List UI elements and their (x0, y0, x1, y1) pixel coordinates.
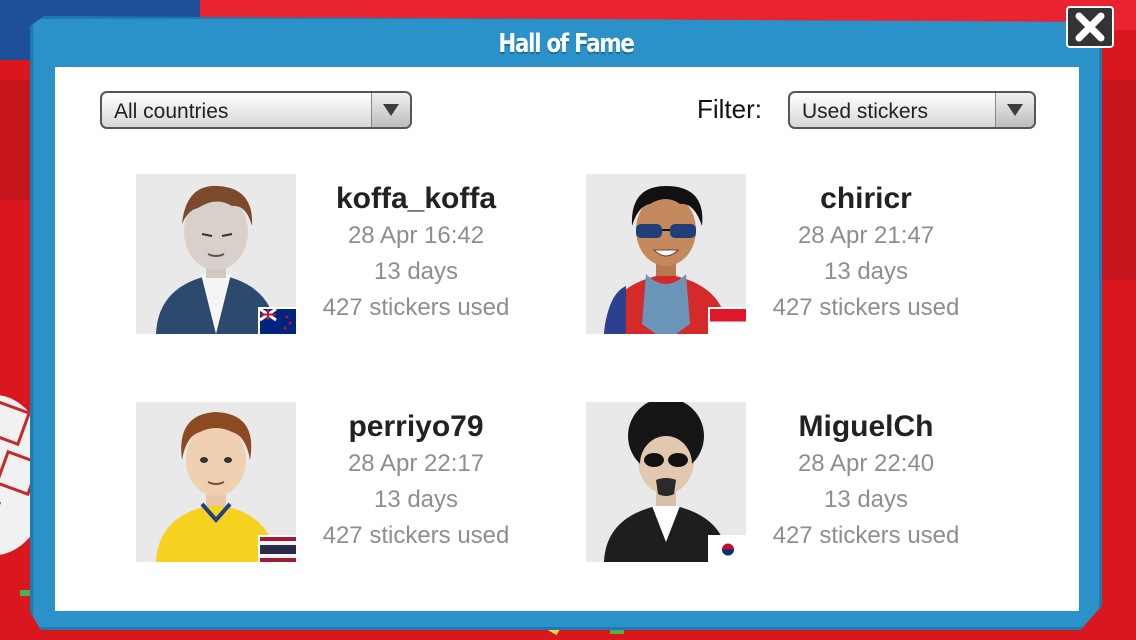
country-select-value: All countries (114, 100, 229, 123)
player-name: perriyo79 (348, 410, 484, 443)
player-stickers: 427 stickers used (322, 294, 510, 321)
avatar (136, 174, 296, 334)
chevron-down-icon (371, 93, 410, 127)
player-date: 28 Apr 16:42 (347, 222, 485, 249)
player-name: koffa_koffa (335, 182, 497, 215)
player-info: chiricr 28 Apr 21:47 13 days 427 sticker… (766, 174, 966, 326)
bg-stripe-right (1100, 80, 1136, 280)
player-date: 28 Apr 21:47 (797, 222, 935, 249)
close-x-icon (1075, 12, 1105, 42)
player-name: MiguelCh (798, 410, 934, 443)
player-card[interactable]: chiricr 28 Apr 21:47 13 days 427 sticker… (586, 174, 986, 334)
player-stickers: 427 stickers used (772, 522, 960, 549)
avatar (586, 174, 746, 334)
filter-select-value: Used stickers (802, 100, 929, 123)
player-name: chiricr (820, 182, 912, 215)
player-card[interactable]: MiguelCh 28 Apr 22:40 13 days 427 sticke… (586, 402, 986, 562)
flag-icon (258, 307, 296, 334)
avatar (136, 402, 296, 562)
player-days: 13 days (823, 486, 909, 513)
player-info: koffa_koffa 28 Apr 16:42 13 days 427 sti… (316, 174, 516, 326)
close-button[interactable] (1066, 6, 1114, 48)
chevron-down-icon (995, 93, 1034, 127)
filter-label: Filter: (697, 94, 762, 124)
player-stickers: 427 stickers used (772, 294, 960, 321)
flag-icon (258, 535, 296, 562)
player-info: MiguelCh 28 Apr 22:40 13 days 427 sticke… (766, 402, 966, 554)
country-select[interactable]: All countries (100, 91, 412, 129)
player-days: 13 days (373, 258, 459, 285)
avatar (586, 402, 746, 562)
player-days: 13 days (823, 258, 909, 285)
player-card[interactable]: koffa_koffa 28 Apr 16:42 13 days 427 sti… (136, 174, 536, 334)
filter-select[interactable]: Used stickers (788, 91, 1036, 129)
player-stickers: 427 stickers used (322, 522, 510, 549)
player-card[interactable]: perriyo79 28 Apr 22:17 13 days 427 stick… (136, 402, 536, 562)
flag-icon (708, 307, 746, 334)
player-date: 28 Apr 22:17 (347, 450, 485, 477)
player-days: 13 days (373, 486, 459, 513)
flag-icon (708, 535, 746, 562)
modal-title: Hall of Fame (498, 29, 634, 59)
player-date: 28 Apr 22:40 (797, 450, 935, 477)
player-info: perriyo79 28 Apr 22:17 13 days 427 stick… (316, 402, 516, 554)
